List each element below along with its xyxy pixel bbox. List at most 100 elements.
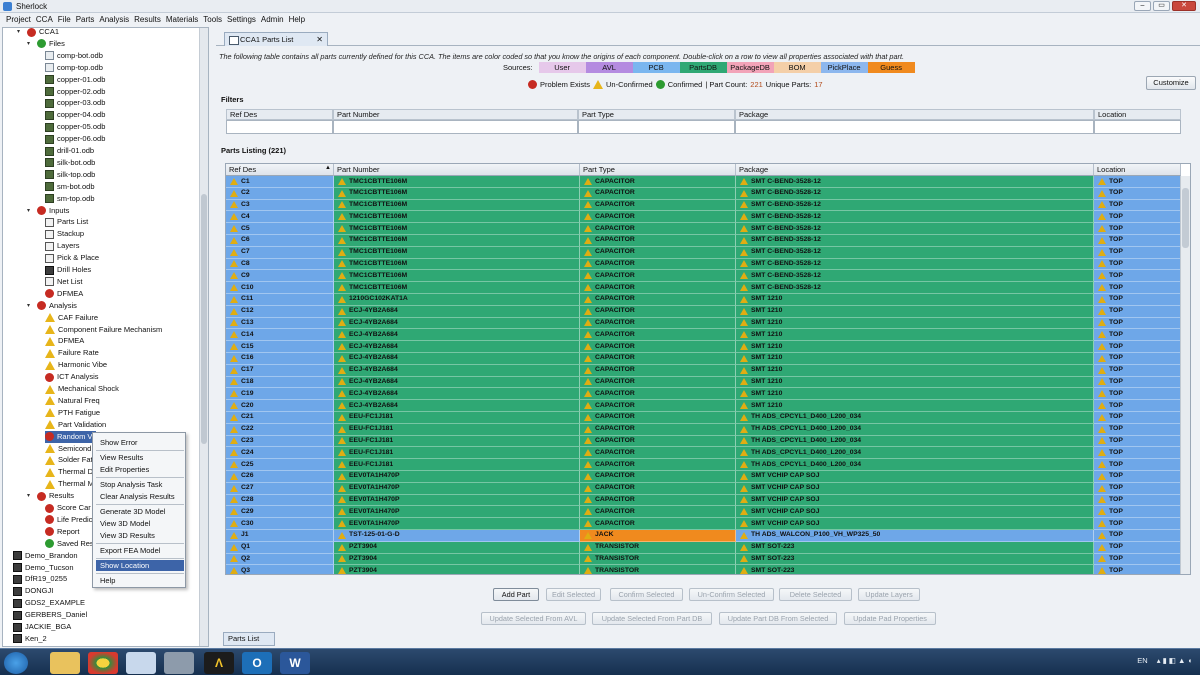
bottom-tab-parts-list[interactable]: Parts List — [223, 632, 275, 646]
table-cell[interactable]: TOP — [1094, 187, 1181, 200]
table-row[interactable]: C1 TMC1CBTTE106M CAPACITOR SMT C-BEND-3528-… — [226, 176, 1181, 188]
tree-results-item[interactable]: Score Car — [45, 502, 91, 514]
table-cell[interactable]: C9 — [226, 270, 334, 283]
table-cell[interactable]: CAPACITOR — [580, 305, 736, 318]
table-cell[interactable]: TMC1CBTTE106M — [334, 270, 580, 283]
context-view-3d-model[interactable]: View 3D Model — [96, 518, 184, 529]
button-un-confirm-selected[interactable]: Un-Confirm Selected — [689, 588, 774, 601]
table-row[interactable]: Q3 PZT3904 TRANSISTOR SMT SOT-223 TOP — [226, 565, 1181, 574]
table-cell[interactable]: SMT VCHIP CAP SOJ — [736, 518, 1094, 530]
button-confirm-selected[interactable]: Confirm Selected — [610, 588, 683, 601]
tree-node-inputs[interactable]: ▾ Inputs — [27, 205, 69, 217]
table-cell[interactable]: CAPACITOR — [580, 211, 736, 224]
column-header-part-number[interactable]: Part Number — [334, 164, 580, 176]
table-cell[interactable]: CAPACITOR — [580, 317, 736, 330]
table-row[interactable]: C5 TMC1CBTTE106M CAPACITOR SMT C-BEND-3528-… — [226, 223, 1181, 235]
tree-scroll-thumb[interactable] — [201, 194, 207, 444]
tree-node-files-expander-icon[interactable]: ▾ — [27, 38, 34, 50]
table-cell[interactable]: SMT VCHIP CAP SOJ — [736, 506, 1094, 519]
table-cell[interactable]: EEV0TA1H470P — [334, 470, 580, 483]
table-cell[interactable]: TOP — [1094, 423, 1181, 436]
tree-node-analysis-expander-icon[interactable]: ▾ — [27, 300, 34, 312]
table-cell[interactable]: Q1 — [226, 541, 334, 554]
table-cell[interactable]: TMC1CBTTE106M — [334, 176, 580, 188]
table-cell[interactable]: TMC1CBTTE106M — [334, 223, 580, 235]
table-cell[interactable]: C22 — [226, 423, 334, 436]
table-cell[interactable]: SMT C-BEND-3528-12 — [736, 176, 1094, 188]
table-row[interactable]: C25 EEU-FC1J181 CAPACITOR TH ADS_CPCYL1_D40… — [226, 459, 1181, 471]
table-cell[interactable]: SMT C-BEND-3528-12 — [736, 187, 1094, 200]
table-scroll-thumb[interactable] — [1182, 188, 1189, 248]
tree-file[interactable]: sm-top.odb — [45, 193, 95, 205]
table-cell[interactable]: CAPACITOR — [580, 223, 736, 235]
table-cell[interactable]: TOP — [1094, 293, 1181, 306]
table-cell[interactable]: JACK — [580, 529, 736, 542]
table-cell[interactable]: CAPACITOR — [580, 482, 736, 495]
table-cell[interactable]: TOP — [1094, 211, 1181, 224]
magnifier-icon[interactable] — [164, 652, 194, 674]
tree-project[interactable]: GERBERS_Daniel — [13, 609, 87, 621]
menu-help[interactable]: Help — [289, 14, 305, 26]
table-row[interactable]: C14 ECJ-4YB2A684 CAPACITOR SMT 1210 TOP — [226, 329, 1181, 342]
table-cell[interactable]: SMT C-BEND-3528-12 — [736, 258, 1094, 271]
table-cell[interactable]: C14 — [226, 329, 334, 342]
table-cell[interactable]: TMC1CBTTE106M — [334, 246, 580, 259]
table-cell[interactable]: CAPACITOR — [580, 282, 736, 294]
tree-file[interactable]: comp-bot.odb — [45, 50, 103, 62]
button-add-part[interactable]: Add Part — [493, 588, 539, 601]
table-row[interactable]: C15 ECJ-4YB2A684 CAPACITOR SMT 1210 TOP — [226, 341, 1181, 353]
tree-analysis-item[interactable]: PTH Fatigue — [45, 407, 100, 419]
table-cell[interactable]: ECJ-4YB2A684 — [334, 376, 580, 389]
table-cell[interactable]: CAPACITOR — [580, 470, 736, 483]
tree-input[interactable]: Drill Holes — [45, 264, 91, 276]
column-header-location[interactable]: Location — [1094, 164, 1181, 176]
table-cell[interactable]: TOP — [1094, 376, 1181, 389]
table-row[interactable]: C27 EEV0TA1H470P CAPACITOR SMT VCHIP CAP SO… — [226, 482, 1181, 495]
menu-materials[interactable]: Materials — [166, 14, 198, 26]
table-cell[interactable]: ECJ-4YB2A684 — [334, 364, 580, 377]
column-header-package[interactable]: Package — [736, 164, 1094, 176]
table-cell[interactable]: TOP — [1094, 352, 1181, 365]
table-row[interactable]: C13 ECJ-4YB2A684 CAPACITOR SMT 1210 TOP — [226, 317, 1181, 330]
context-show-error[interactable]: Show Error — [96, 437, 184, 448]
table-cell[interactable]: TH ADS_WALCON_P100_VH_WP325_50 — [736, 529, 1094, 542]
table-cell[interactable]: TOP — [1094, 305, 1181, 318]
document-icon[interactable] — [126, 652, 156, 674]
tree-analysis-item[interactable]: DFMEA — [45, 335, 84, 347]
chrome-icon[interactable] — [88, 652, 118, 674]
tree-node-cca1-expander-icon[interactable]: ▾ — [17, 28, 24, 38]
table-cell[interactable]: TOP — [1094, 470, 1181, 483]
table-cell[interactable]: C18 — [226, 376, 334, 389]
table-cell[interactable]: SMT 1210 — [736, 317, 1094, 330]
table-cell[interactable]: TOP — [1094, 482, 1181, 495]
explorer-icon[interactable] — [50, 652, 80, 674]
menu-analysis[interactable]: Analysis — [99, 14, 129, 26]
table-cell[interactable]: C10 — [226, 282, 334, 294]
tree-analysis-item[interactable]: Component Failure Mechanism — [45, 324, 162, 336]
table-row[interactable]: C24 EEU-FC1J181 CAPACITOR TH ADS_CPCYL1_D40… — [226, 447, 1181, 460]
table-cell[interactable]: EEV0TA1H470P — [334, 482, 580, 495]
table-cell[interactable]: C16 — [226, 352, 334, 365]
table-cell[interactable]: EEU-FC1J181 — [334, 459, 580, 471]
table-cell[interactable]: C3 — [226, 199, 334, 212]
tree-project[interactable]: Demo_Tucson — [13, 562, 74, 574]
tree-analysis-item[interactable]: Semicond — [45, 443, 91, 455]
outlook-icon[interactable]: O — [242, 652, 272, 674]
tree-project[interactable]: JACKIE_BGA — [13, 621, 71, 633]
table-cell[interactable]: C23 — [226, 435, 334, 448]
table-cell[interactable]: C26 — [226, 470, 334, 483]
table-cell[interactable]: CAPACITOR — [580, 506, 736, 519]
table-cell[interactable]: ECJ-4YB2A684 — [334, 329, 580, 342]
maximize-button[interactable]: ▭ — [1153, 1, 1170, 11]
table-cell[interactable]: TRANSISTOR — [580, 553, 736, 566]
table-cell[interactable]: TOP — [1094, 411, 1181, 424]
button-edit-selected[interactable]: Edit Selected — [546, 588, 601, 601]
table-cell[interactable]: TMC1CBTTE106M — [334, 282, 580, 294]
table-cell[interactable]: CAPACITOR — [580, 411, 736, 424]
tree-analysis-item[interactable]: Harmonic Vibe — [45, 359, 107, 371]
table-cell[interactable]: C20 — [226, 400, 334, 412]
tree-file[interactable]: drill-01.odb — [45, 145, 94, 157]
context-stop-analysis-task[interactable]: Stop Analysis Task — [96, 479, 184, 490]
table-row[interactable]: Q1 PZT3904 TRANSISTOR SMT SOT-223 TOP — [226, 541, 1181, 554]
table-cell[interactable]: TOP — [1094, 565, 1181, 574]
